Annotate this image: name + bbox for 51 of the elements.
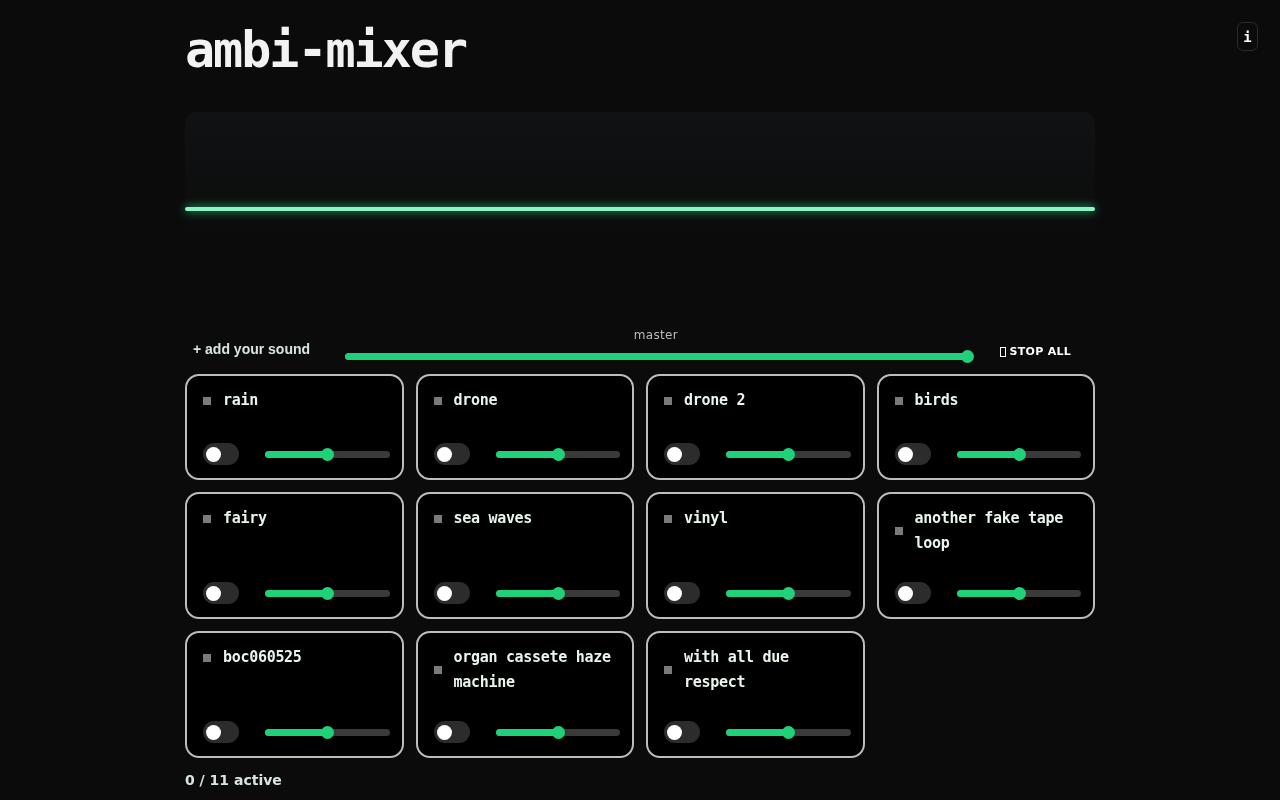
volume-slider[interactable] <box>265 725 390 739</box>
stop-square-icon <box>433 666 442 674</box>
sound-name: drone <box>453 390 498 411</box>
toggle-switch[interactable] <box>894 582 931 604</box>
stop-square-icon <box>433 396 442 405</box>
sound-name: birds <box>914 390 959 411</box>
toggle-switch[interactable] <box>203 721 239 743</box>
sound-name: drone 2 <box>684 390 746 411</box>
toggle-switch[interactable] <box>894 443 931 465</box>
stop-square-icon <box>894 396 903 405</box>
sound-name: another fake tape loop <box>914 508 1064 554</box>
toggle-switch[interactable] <box>664 582 700 604</box>
volume-slider[interactable] <box>726 586 851 600</box>
volume-slider[interactable] <box>265 586 390 600</box>
sound-name: organ cassete haze machine <box>453 647 612 693</box>
toggle-switch[interactable] <box>203 582 239 604</box>
stop-square-icon <box>664 514 672 523</box>
stop-square-icon <box>433 514 442 523</box>
volume-slider[interactable] <box>956 586 1081 600</box>
toggle-switch[interactable] <box>203 443 239 465</box>
volume-slider[interactable] <box>265 447 390 461</box>
sound-name: vinyl <box>684 508 728 529</box>
toggle-switch[interactable] <box>433 443 470 465</box>
volume-slider[interactable] <box>726 447 851 461</box>
volume-slider[interactable] <box>956 447 1081 461</box>
sound-name: rain <box>223 390 258 411</box>
master-label: master <box>633 327 678 344</box>
toggle-switch[interactable] <box>433 721 470 743</box>
volume-slider[interactable] <box>495 447 620 461</box>
volume-slider[interactable] <box>726 725 851 739</box>
toggle-switch[interactable] <box>433 582 470 604</box>
sound-name: sea waves <box>453 508 533 529</box>
active-count: 0 / 11 active <box>185 771 282 790</box>
sound-name: fairy <box>223 508 267 529</box>
stop-square-icon <box>664 396 672 405</box>
stop-square-icon <box>203 396 211 405</box>
stop-square-icon <box>664 666 672 674</box>
volume-slider[interactable] <box>495 725 620 739</box>
app-title: ambi-mixer <box>185 25 467 75</box>
info-button[interactable]: i <box>1237 22 1258 51</box>
stop-square-icon <box>203 514 211 523</box>
add-sound-button[interactable]: + add your sound <box>185 339 319 366</box>
toggle-switch[interactable] <box>664 721 700 743</box>
stop-square-icon <box>894 527 903 535</box>
stop-all-button[interactable]: STOP ALL <box>993 343 1077 366</box>
volume-slider[interactable] <box>495 586 620 600</box>
sound-name: boc060525 <box>223 647 302 668</box>
stop-square-icon <box>203 653 211 662</box>
missing-glyph-icon <box>999 346 1006 357</box>
sound-name: with all due respect <box>684 647 790 693</box>
toggle-switch[interactable] <box>664 443 700 465</box>
